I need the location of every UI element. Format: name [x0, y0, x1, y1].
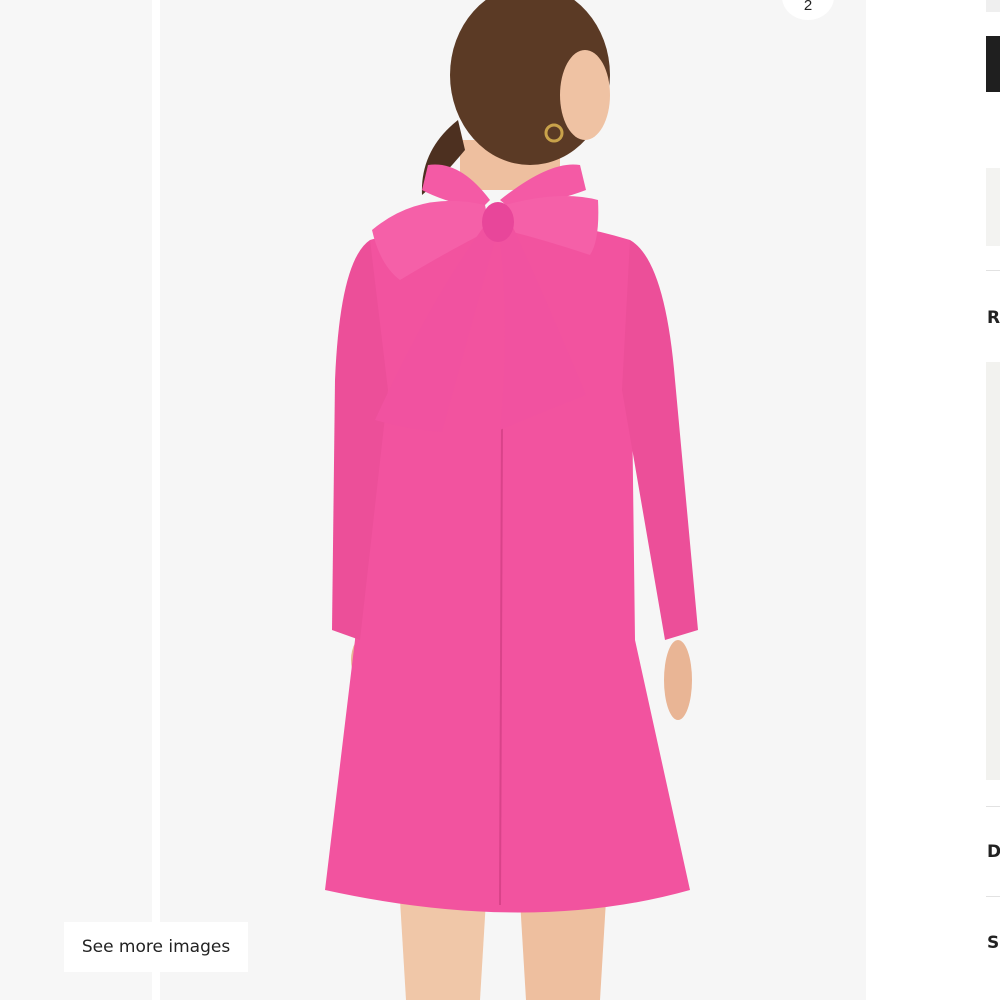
see-more-images-button[interactable]: See more images — [64, 922, 248, 972]
product-image[interactable] — [160, 0, 866, 1000]
bow-knot — [482, 202, 514, 242]
product-details-panel — [866, 0, 1000, 1000]
divider — [986, 896, 1000, 897]
thumbnail-strip — [0, 0, 152, 1000]
divider — [986, 806, 1000, 807]
section-heading-1[interactable]: R — [987, 308, 1000, 328]
add-to-bag-button[interactable] — [986, 36, 1000, 92]
dress-photo — [325, 0, 698, 1000]
divider — [986, 270, 1000, 271]
hand-right — [664, 640, 692, 720]
image-counter-text: 2 — [803, 0, 813, 14]
section-heading-3[interactable]: S — [987, 933, 999, 953]
leg-left — [400, 900, 486, 1000]
panel-top-element — [986, 0, 1000, 12]
info-box — [986, 168, 1000, 246]
leg-right — [520, 900, 606, 1000]
face-profile — [560, 50, 610, 140]
panel-content-box — [986, 362, 1000, 780]
section-heading-2[interactable]: D — [987, 842, 1000, 862]
